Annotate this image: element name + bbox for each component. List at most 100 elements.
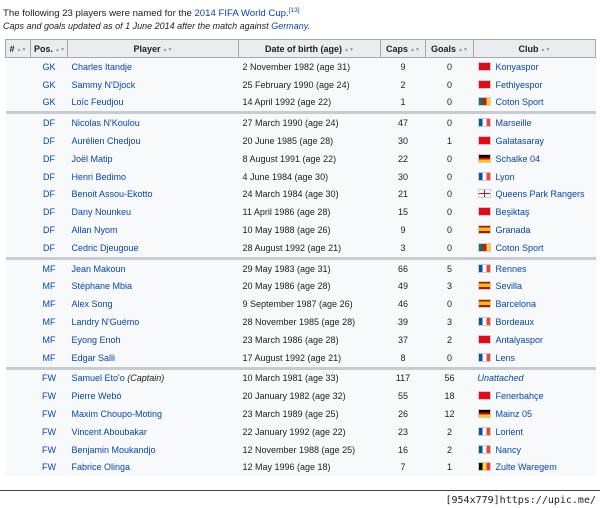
player-link[interactable]: Pierre Webó — [72, 391, 122, 401]
player-link[interactable]: Nicolas N'Koulou — [72, 118, 140, 128]
france-flag-icon[interactable] — [477, 317, 491, 327]
player-link[interactable]: Loïc Feudjou — [72, 97, 124, 107]
club-link[interactable]: Schalke 04 — [496, 154, 541, 164]
column-header[interactable]: Goals ▲▼ — [425, 39, 474, 58]
player-link[interactable]: Edgar Salli — [72, 353, 116, 363]
player-link[interactable]: Cedric Djeugoue — [72, 243, 139, 253]
player-link[interactable]: Samuel Eto'o — [72, 373, 125, 383]
position-link[interactable]: MF — [43, 335, 56, 345]
england-flag-icon[interactable] — [477, 189, 491, 199]
cameroon-flag-icon[interactable] — [477, 242, 491, 252]
spain-flag-icon[interactable] — [477, 281, 491, 291]
position-link[interactable]: DF — [43, 207, 55, 217]
position-link[interactable]: DF — [43, 243, 55, 253]
club-link[interactable]: Lorient — [496, 427, 524, 437]
turkey-flag-icon[interactable] — [477, 334, 491, 344]
player-link[interactable]: Eyong Enoh — [72, 335, 121, 345]
club-link[interactable]: Antalyaspor — [496, 335, 544, 345]
player-link[interactable]: Joël Matip — [72, 154, 113, 164]
club-link[interactable]: Galatasaray — [496, 136, 545, 146]
position-link[interactable]: DF — [43, 189, 55, 199]
position-link[interactable]: FW — [42, 445, 56, 455]
germany-flag-icon[interactable] — [477, 153, 491, 163]
sort-icon[interactable]: ▲▼ — [458, 47, 468, 53]
column-header[interactable]: Pos. ▲▼ — [30, 39, 68, 58]
position-link[interactable]: GK — [42, 62, 55, 72]
player-link[interactable]: Benjamin Moukandjo — [72, 445, 156, 455]
position-link[interactable]: DF — [43, 136, 55, 146]
position-link[interactable]: MF — [43, 281, 56, 291]
position-link[interactable]: FW — [42, 462, 56, 472]
column-header[interactable]: Caps ▲▼ — [380, 39, 426, 58]
position-link[interactable]: FW — [42, 391, 56, 401]
club-link[interactable]: Unattached — [478, 373, 524, 383]
position-link[interactable]: FW — [42, 427, 56, 437]
club-link[interactable]: Lyon — [496, 172, 515, 182]
turkey-flag-icon[interactable] — [477, 79, 491, 89]
sort-icon[interactable]: ▲▼ — [541, 47, 551, 53]
france-flag-icon[interactable] — [477, 118, 491, 128]
position-link[interactable]: DF — [43, 154, 55, 164]
player-link[interactable]: Dany Nounkeu — [72, 207, 132, 217]
belgium-flag-icon[interactable] — [477, 462, 491, 472]
cameroon-flag-icon[interactable] — [477, 97, 491, 107]
club-link[interactable]: Sevilla — [496, 281, 523, 291]
player-link[interactable]: Landry N'Guémo — [72, 317, 140, 327]
position-link[interactable]: MF — [43, 353, 56, 363]
france-flag-icon[interactable] — [477, 263, 491, 273]
position-link[interactable]: DF — [43, 118, 55, 128]
club-link[interactable]: Barcelona — [496, 299, 537, 309]
world-cup-link[interactable]: 2014 FIFA World Cup — [194, 8, 286, 19]
france-flag-icon[interactable] — [477, 171, 491, 181]
spain-flag-icon[interactable] — [477, 299, 491, 309]
column-header[interactable]: Club ▲▼ — [473, 39, 596, 58]
france-flag-icon[interactable] — [477, 352, 491, 362]
club-link[interactable]: Konyaspor — [496, 62, 539, 72]
player-link[interactable]: Sammy N'Djock — [72, 80, 136, 90]
position-link[interactable]: GK — [42, 97, 55, 107]
club-link[interactable]: Granada — [496, 225, 531, 235]
player-link[interactable]: Charles Itandje — [72, 62, 133, 72]
france-flag-icon[interactable] — [477, 444, 491, 454]
position-link[interactable]: MF — [43, 299, 56, 309]
position-link[interactable]: MF — [43, 264, 56, 274]
club-link[interactable]: Nancy — [496, 445, 522, 455]
sort-icon[interactable]: ▲▼ — [344, 47, 354, 53]
player-link[interactable]: Stéphane Mbia — [72, 281, 133, 291]
player-link[interactable]: Jean Makoun — [72, 264, 126, 274]
turkey-flag-icon[interactable] — [477, 207, 491, 217]
player-link[interactable]: Aurélien Chedjou — [72, 136, 141, 146]
player-link[interactable]: Fabrice Olinga — [72, 462, 131, 472]
sort-icon[interactable]: ▲▼ — [410, 47, 420, 53]
turkey-flag-icon[interactable] — [477, 391, 491, 401]
player-link[interactable]: Henri Bedimo — [72, 172, 127, 182]
position-link[interactable]: FW — [42, 409, 56, 419]
column-header[interactable]: Player ▲▼ — [67, 39, 239, 58]
sort-icon[interactable]: ▲▼ — [163, 47, 173, 53]
club-link[interactable]: Zulte Waregem — [496, 462, 557, 472]
sort-icon[interactable]: ▲▼ — [17, 47, 27, 53]
column-header[interactable]: # ▲▼ — [5, 39, 31, 58]
player-link[interactable]: Maxim Choupo-Moting — [72, 409, 163, 419]
club-link[interactable]: Mainz 05 — [496, 409, 533, 419]
position-link[interactable]: FW — [42, 373, 56, 383]
sort-icon[interactable]: ▲▼ — [55, 47, 65, 53]
club-link[interactable]: Coton Sport — [496, 97, 544, 107]
player-link[interactable]: Allan Nyom — [72, 225, 118, 235]
germany-link[interactable]: Germany — [271, 21, 307, 31]
position-link[interactable]: GK — [42, 80, 55, 90]
club-link[interactable]: Lens — [496, 353, 516, 363]
club-link[interactable]: Fethiyespor — [496, 80, 543, 90]
club-link[interactable]: Bordeaux — [496, 317, 535, 327]
club-link[interactable]: Rennes — [496, 264, 527, 274]
position-link[interactable]: DF — [43, 172, 55, 182]
turkey-flag-icon[interactable] — [477, 136, 491, 146]
reference-link[interactable]: [13] — [289, 7, 300, 14]
player-link[interactable]: Benoit Assou-Ekotto — [72, 189, 153, 199]
column-header[interactable]: Date of birth (age) ▲▼ — [238, 39, 381, 58]
club-link[interactable]: Queens Park Rangers — [496, 189, 585, 199]
club-link[interactable]: Marseille — [496, 118, 532, 128]
club-link[interactable]: Fenerbahçe — [496, 391, 544, 401]
spain-flag-icon[interactable] — [477, 225, 491, 235]
player-link[interactable]: Alex Song — [72, 299, 113, 309]
